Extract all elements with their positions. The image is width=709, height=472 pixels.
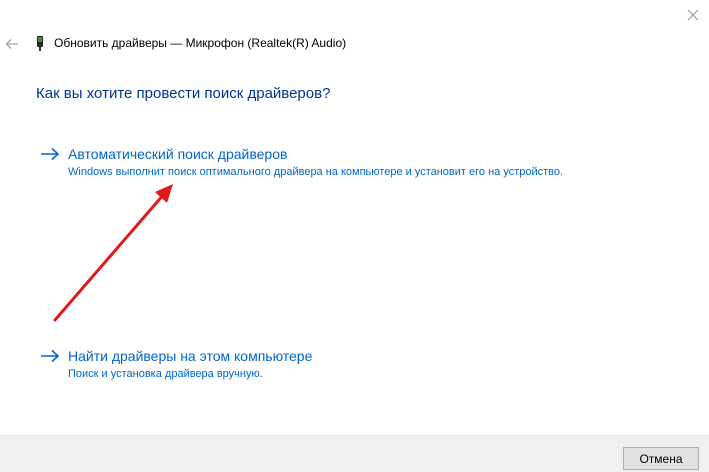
cancel-button[interactable]: Отмена xyxy=(623,447,699,470)
auto-search-description: Windows выполнит поиск оптимального драй… xyxy=(68,166,564,178)
red-annotation-arrow xyxy=(53,184,173,322)
auto-search-title: Автоматический поиск драйверов xyxy=(68,146,288,162)
browse-computer-description: Поиск и установка драйвера вручную. xyxy=(68,368,263,380)
page-heading: Как вы хотите провести поиск драйверов? xyxy=(36,85,331,102)
device-icon xyxy=(36,36,44,51)
footer-bar: Отмена xyxy=(0,435,709,472)
back-arrow-icon xyxy=(5,39,18,49)
browse-computer-option[interactable]: Найти драйверы на этом компьютере Поиск … xyxy=(40,348,312,380)
arrow-right-icon xyxy=(40,147,60,161)
back-button[interactable] xyxy=(2,34,22,54)
auto-search-option[interactable]: Автоматический поиск драйверов Windows в… xyxy=(40,146,563,178)
arrow-right-icon xyxy=(40,349,60,363)
browse-computer-title: Найти драйверы на этом компьютере xyxy=(68,348,313,364)
close-icon xyxy=(687,9,699,21)
window-title: Обновить драйверы — Микрофон (Realtek(R)… xyxy=(54,36,347,50)
close-button[interactable] xyxy=(680,2,706,28)
